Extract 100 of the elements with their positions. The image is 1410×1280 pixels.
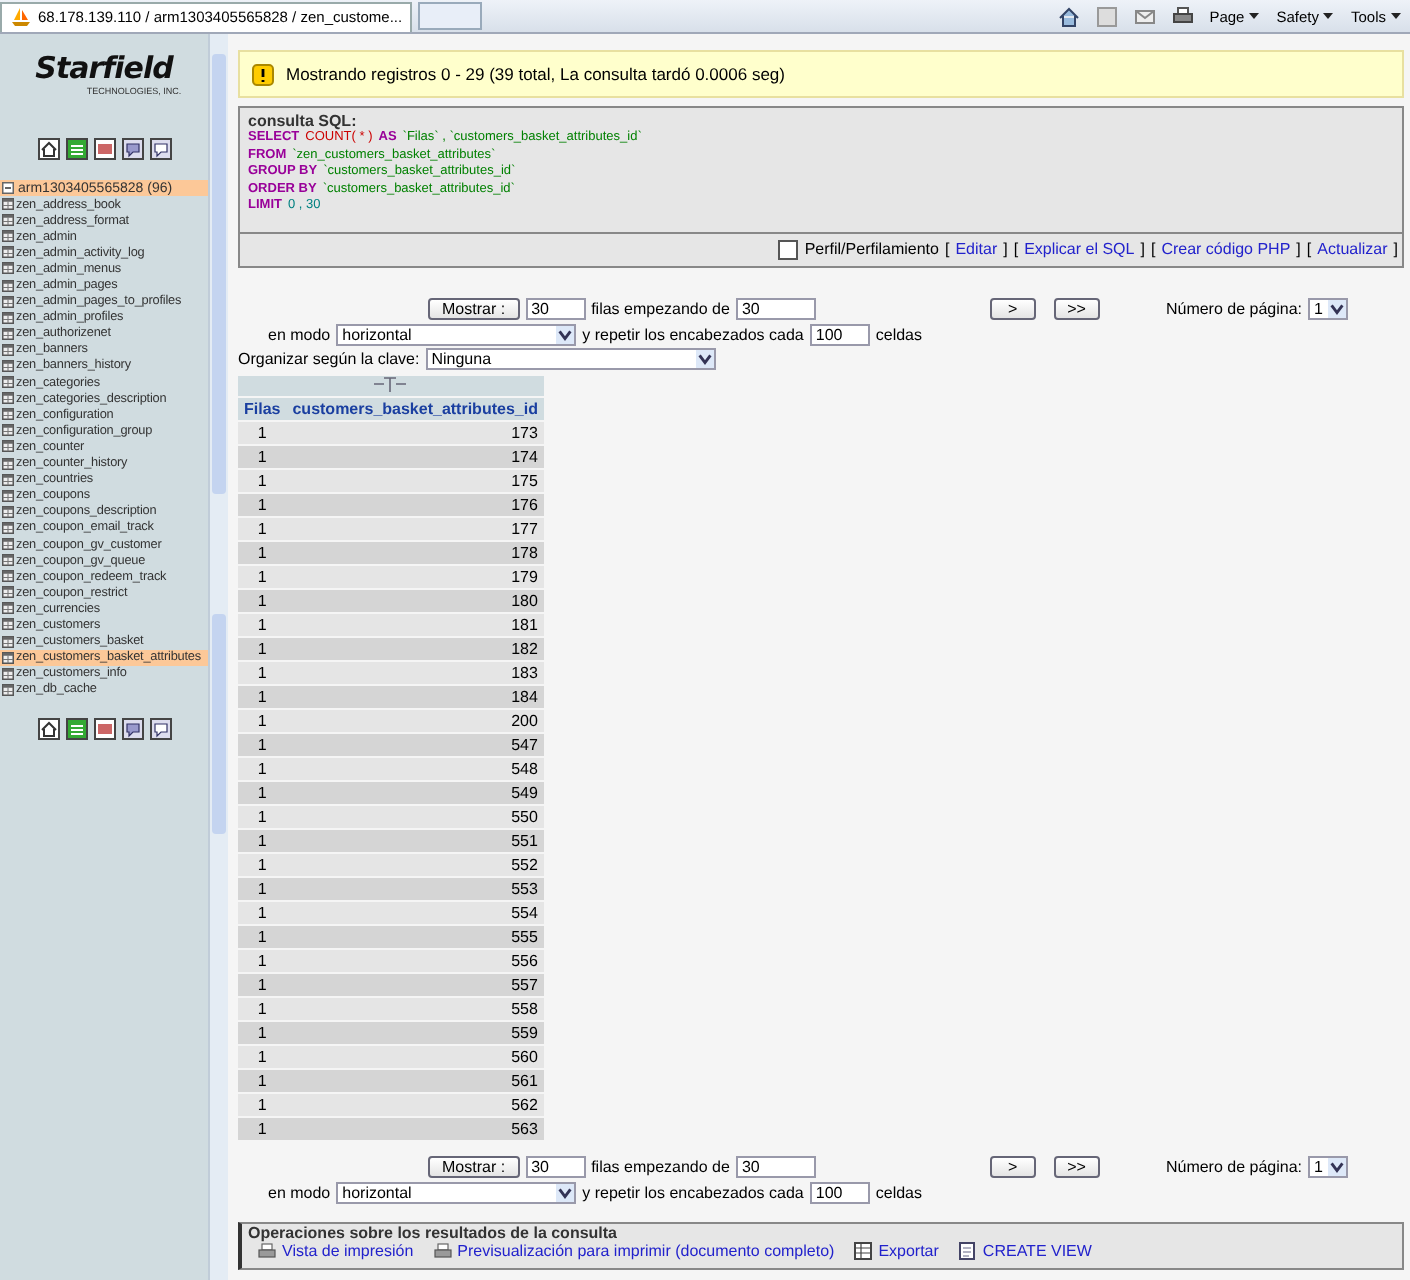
operation-link[interactable]: Exportar	[878, 1241, 939, 1259]
speech-bubble-icon[interactable]	[149, 717, 171, 740]
table-cell: 182	[286, 637, 544, 659]
list-icon[interactable]	[65, 138, 87, 160]
sort-select[interactable]: Ninguna	[425, 348, 716, 370]
mode-select[interactable]: horizontal	[336, 1181, 577, 1203]
table-icon	[2, 505, 14, 518]
table-icon	[2, 408, 14, 421]
sql-legend: consulta SQL:	[240, 108, 1402, 130]
table-cell: 1	[238, 517, 287, 539]
start-input[interactable]: 30	[735, 297, 816, 319]
table-cell: 1	[238, 1021, 287, 1043]
start-input[interactable]: 30	[735, 1155, 816, 1177]
table-icon	[2, 343, 14, 356]
table-cell: 178	[286, 541, 544, 563]
bracket-text: ]	[1140, 240, 1145, 258]
table-cell: 1	[238, 469, 287, 491]
column-header[interactable]: customers_basket_attributes_id	[286, 397, 544, 419]
table-cell: 1	[238, 805, 287, 827]
next-button[interactable]: >	[989, 1155, 1036, 1177]
repeat-input[interactable]: 100	[809, 323, 870, 345]
caret-icon	[1248, 10, 1261, 22]
sql-link[interactable]: Actualizar	[1317, 240, 1388, 258]
table-cell: 177	[286, 517, 544, 539]
table-cell: 1	[238, 829, 287, 851]
rows-input[interactable]: 30	[525, 297, 586, 319]
home-icon[interactable]	[37, 138, 59, 160]
mode-select[interactable]: horizontal	[336, 323, 577, 345]
table-cell: 184	[286, 685, 544, 707]
speech-bubble-icon[interactable]	[121, 138, 143, 160]
table-icon	[2, 457, 14, 470]
speech-bubble-icon[interactable]	[121, 717, 143, 740]
table-icon	[2, 359, 14, 372]
show-button[interactable]: Mostrar :	[428, 1155, 520, 1177]
table-cell: 559	[286, 1021, 544, 1043]
show-button[interactable]: Mostrar :	[428, 297, 520, 319]
table-cell: 1	[238, 589, 287, 611]
table-cell: 560	[286, 1045, 544, 1067]
table-icon	[2, 424, 14, 437]
table-icon	[2, 214, 14, 227]
document-icon	[958, 1241, 977, 1259]
table-cell: 1	[238, 421, 287, 443]
table-cell: 554	[286, 901, 544, 923]
table-cell: 1	[238, 445, 287, 467]
window-icon[interactable]	[93, 138, 115, 160]
table-cell: 548	[286, 757, 544, 779]
table-cell: 1	[238, 853, 287, 875]
table-cell: 1	[238, 1045, 287, 1067]
page-select[interactable]: 1	[1308, 297, 1349, 319]
table-cell: 1	[238, 733, 287, 755]
cells-label: celdas	[875, 325, 922, 343]
mail-icon[interactable]	[1133, 5, 1156, 27]
caret-icon	[1390, 10, 1402, 22]
table-cell: 1	[238, 637, 287, 659]
table-icon	[2, 376, 14, 389]
profiling-checkbox[interactable]	[778, 239, 799, 259]
window-icon[interactable]	[93, 717, 115, 740]
info-icon	[252, 63, 274, 85]
table-cell: 200	[286, 709, 544, 731]
rows-label: filas empezando de	[591, 299, 730, 317]
operations-legend: Operaciones sobre los resultados de la consulta	[242, 1223, 1402, 1241]
table-cell: 562	[286, 1093, 544, 1115]
sql-link[interactable]: Editar	[955, 240, 998, 258]
operation-link[interactable]: Vista de impresión	[282, 1241, 414, 1259]
home-icon[interactable]	[37, 717, 59, 740]
table-cell: 553	[286, 877, 544, 899]
table-icon	[2, 667, 14, 680]
page-select[interactable]: 1	[1308, 1155, 1349, 1177]
table-icon	[854, 1241, 873, 1259]
table-icon	[2, 602, 14, 615]
home-icon[interactable]	[1057, 5, 1080, 27]
repeat-input[interactable]: 100	[809, 1181, 870, 1203]
table-icon	[2, 521, 14, 534]
list-icon[interactable]	[65, 717, 87, 740]
table-icon	[2, 262, 14, 275]
last-button[interactable]: >>	[1053, 297, 1100, 319]
bracket-text: [	[1013, 240, 1019, 258]
profiling-label: Perfil/Perfilamiento	[804, 240, 939, 258]
speech-bubble-icon[interactable]	[149, 138, 171, 160]
operation-link[interactable]: Previsualización para imprimir (documento completo)	[457, 1241, 835, 1259]
sql-link[interactable]: Crear código PHP	[1161, 240, 1291, 258]
table-cell: 1	[238, 1069, 287, 1091]
scrollbar[interactable]	[208, 34, 228, 1280]
page-label: Número de página:	[1165, 1157, 1303, 1175]
table-icon	[2, 311, 14, 324]
rows-input[interactable]: 30	[525, 1155, 586, 1177]
table-icon	[2, 538, 14, 551]
printer-icon[interactable]	[1171, 5, 1194, 27]
table-cell: 551	[286, 829, 544, 851]
last-button[interactable]: >>	[1053, 1155, 1100, 1177]
next-button[interactable]: >	[989, 297, 1036, 319]
sql-link[interactable]: Explicar el SQL	[1024, 240, 1135, 258]
logo: Starfield	[35, 50, 173, 86]
operation-link[interactable]: CREATE VIEW	[982, 1241, 1092, 1259]
column-header[interactable]: Filas	[238, 397, 287, 419]
table-icon	[2, 473, 14, 486]
page-label: Número de página:	[1165, 299, 1303, 317]
table-cell: 1	[238, 541, 287, 563]
collapse-icon[interactable]	[2, 182, 14, 194]
table-icon	[2, 618, 14, 631]
